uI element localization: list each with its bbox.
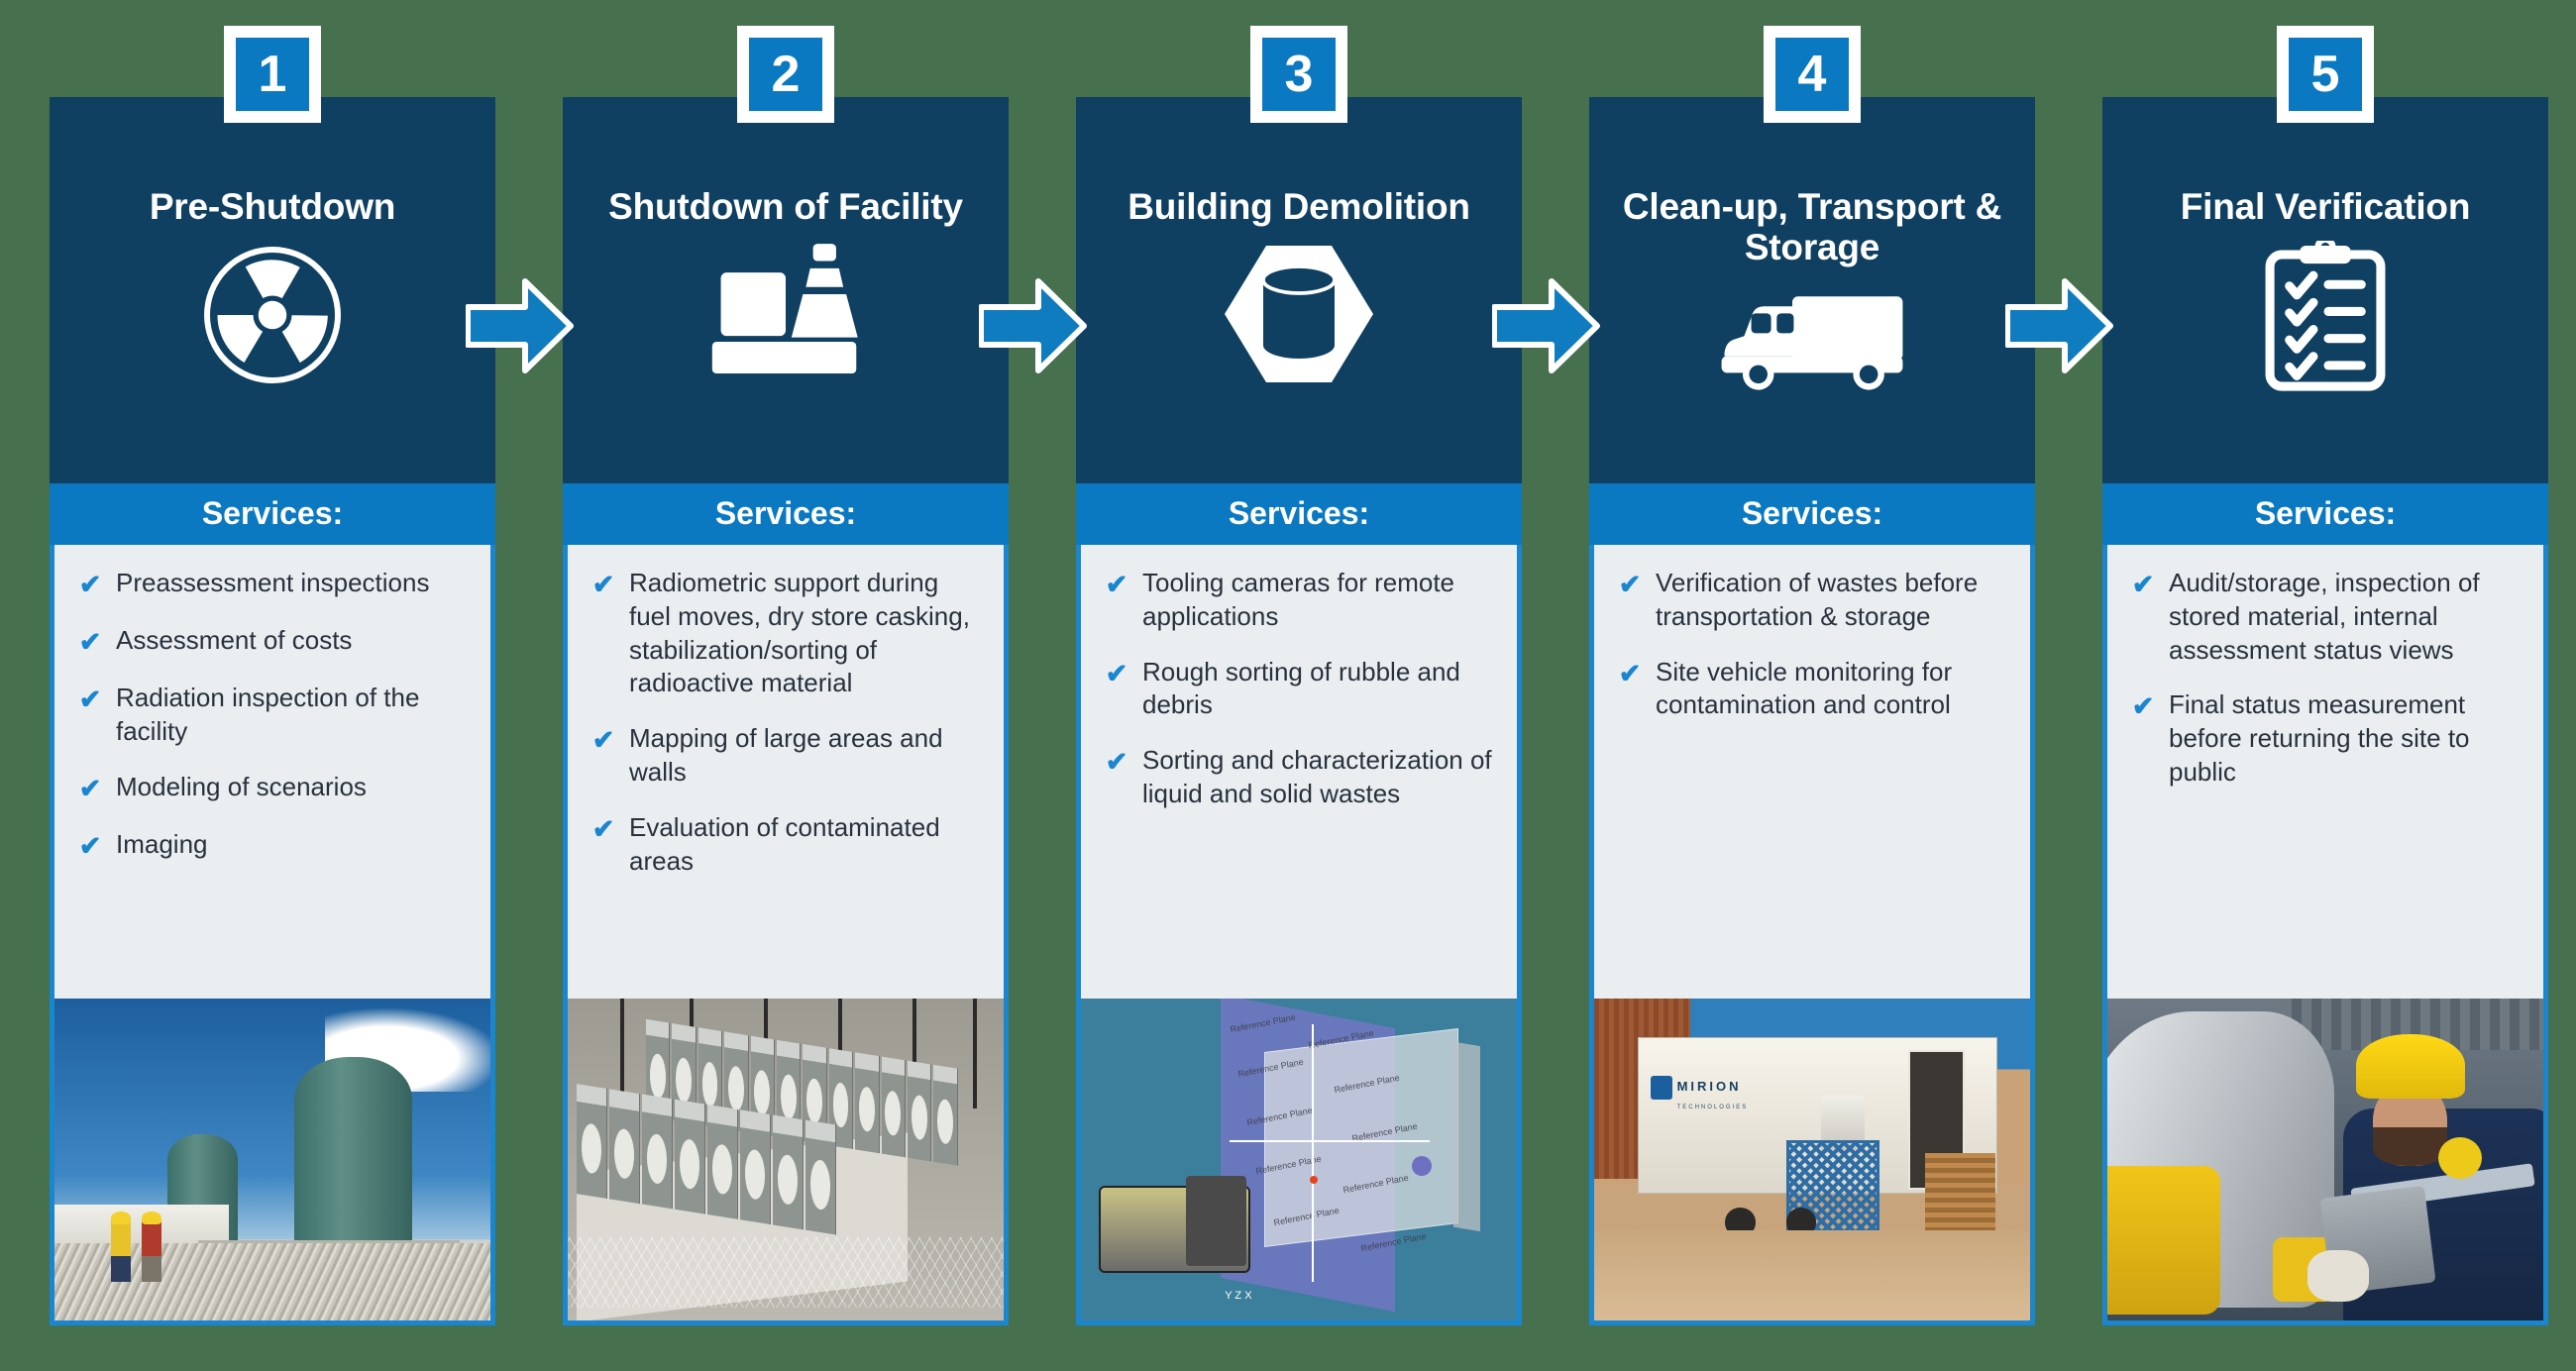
step-card-1: 1 Pre-Shutdown Services: ✔ Preassessment … (50, 26, 495, 1325)
nuclear-cooling-towers-photo (50, 999, 495, 1325)
clipboard-checklist-icon (2102, 241, 2548, 483)
list-item: ✔ Imaging (64, 828, 473, 864)
services-list-container-4: ✔ Verification of wastes before transport… (1589, 545, 2035, 999)
list-item: ✔ Audit/storage, inspection of stored mat… (2117, 567, 2525, 667)
axis-label-z: Z (1234, 1289, 1242, 1302)
mirion-brand-subtext: TECHNOLOGIES (1676, 1105, 1749, 1111)
services-label-5: Services: (2102, 483, 2548, 545)
check-icon: ✔ (2131, 570, 2155, 599)
step-number-badge-1: 1 (224, 26, 321, 123)
dry-cask-storage-photo (563, 999, 1009, 1325)
step-header-1: Pre-Shutdown (50, 97, 495, 483)
list-item: ✔ Final status measurement before returni… (2117, 688, 2525, 789)
services-label-2: Services: (563, 483, 1009, 545)
step-header-2: Shutdown of Facility (563, 97, 1009, 483)
check-icon: ✔ (2131, 691, 2155, 722)
check-icon: ✔ (78, 570, 102, 599)
step-card-3: 3 Building Demolition Services: ✔ Tooling… (1076, 26, 1522, 1325)
services-label-3: Services: (1076, 483, 1522, 545)
check-icon: ✔ (78, 685, 102, 715)
check-icon: ✔ (1105, 658, 1128, 688)
services-list-container-2: ✔ Radiometric support during fuel moves, … (563, 545, 1009, 999)
list-item: ✔ Preassessment inspections (64, 567, 473, 602)
step-number-1: 1 (236, 38, 309, 111)
step-number-3: 3 (1262, 38, 1336, 111)
step-number-4: 4 (1775, 38, 1849, 111)
check-icon: ✔ (1105, 747, 1128, 778)
check-icon: ✔ (591, 570, 615, 599)
step-card-5: 5 Final Verification Services: ✔ Audit/s… (2102, 26, 2548, 1325)
list-item: ✔ Modeling of scenarios (64, 771, 473, 806)
services-list-container-3: ✔ Tooling cameras for remote applications… (1076, 545, 1522, 999)
axis-label-x: X (1244, 1289, 1252, 1302)
step-title-1: Pre-Shutdown (149, 186, 396, 227)
list-item: ✔ Site vehicle monitoring for contaminati… (1604, 656, 2012, 723)
step-number-badge-2: 2 (737, 26, 834, 123)
step-card-4: 4 Clean-up, Transport & Storage Services… (1589, 26, 2035, 1325)
step-title-5: Final Verification (2180, 186, 2471, 227)
step-title-3: Building Demolition (1127, 186, 1470, 227)
step-card-2: 2 Shutdown of Facility Services: ✔ Radiom… (563, 26, 1009, 1325)
services-label-1: Services: (50, 483, 495, 545)
services-label-4: Services: (1589, 483, 2035, 545)
hexagon-cylinder-icon (1076, 241, 1522, 483)
delivery-truck-icon (1589, 282, 2035, 483)
step-number-badge-3: 3 (1250, 26, 1347, 123)
list-item: ✔ Radiation inspection of the facility (64, 682, 473, 749)
list-item: ✔ Assessment of costs (64, 624, 473, 660)
list-item: ✔ Mapping of large areas and walls (578, 722, 986, 790)
check-icon: ✔ (1618, 570, 1642, 599)
step-number-5: 5 (2289, 38, 2362, 111)
arrow-step-1-to-2 (465, 277, 575, 374)
list-item: ✔ Verification of wastes before transport… (1604, 567, 2012, 634)
check-icon: ✔ (591, 813, 615, 844)
step-header-3: Building Demolition (1076, 97, 1522, 483)
step-header-5: Final Verification (2102, 97, 2548, 483)
list-item: ✔ Sorting and characterization of liquid … (1091, 744, 1499, 811)
step-title-2: Shutdown of Facility (608, 186, 963, 227)
check-icon: ✔ (1618, 658, 1642, 688)
list-item: ✔ Tooling cameras for remote applications (1091, 567, 1499, 634)
step-header-4: Clean-up, Transport & Storage (1589, 97, 2035, 483)
step-title-4: Clean-up, Transport & Storage (1622, 186, 2002, 268)
facility-cone-icon (563, 241, 1009, 483)
mirion-logo-mark (1651, 1076, 1673, 1100)
check-icon: ✔ (1105, 570, 1128, 599)
list-item: ✔ Radiometric support during fuel moves, … (578, 567, 986, 700)
radiation-trefoil-icon (50, 241, 495, 483)
list-item: ✔ Rough sorting of rubble and debris (1091, 656, 1499, 723)
arrow-step-2-to-3 (978, 277, 1088, 374)
check-icon: ✔ (78, 773, 102, 803)
step-number-badge-4: 4 (1764, 26, 1861, 123)
arrow-step-4-to-5 (2004, 277, 2114, 374)
mirion-mobile-trailer-photo: MIRION TECHNOLOGIES (1589, 999, 2035, 1325)
check-icon: ✔ (591, 725, 615, 756)
step-number-2: 2 (749, 38, 822, 111)
services-list-container-1: ✔ Preassessment inspections ✔ Assessment o… (50, 545, 495, 999)
check-icon: ✔ (78, 830, 102, 861)
check-icon: ✔ (78, 627, 102, 658)
list-item: ✔ Evaluation of contaminated areas (578, 811, 986, 879)
inspector-with-tablet-photo (2102, 999, 2548, 1325)
decommissioning-process-infographic: 1 Pre-Shutdown Services: ✔ Preassessment … (0, 0, 2576, 1371)
services-list-container-5: ✔ Audit/storage, inspection of stored mat… (2102, 545, 2548, 999)
mirion-brand-text: MIRION (1676, 1079, 1742, 1095)
step-number-badge-5: 5 (2277, 26, 2374, 123)
axis-label-y: Y (1225, 1289, 1233, 1302)
arrow-step-3-to-4 (1491, 277, 1601, 374)
3d-reference-plane-model-photo: Reference Plane Reference Plane Referenc… (1076, 999, 1522, 1325)
